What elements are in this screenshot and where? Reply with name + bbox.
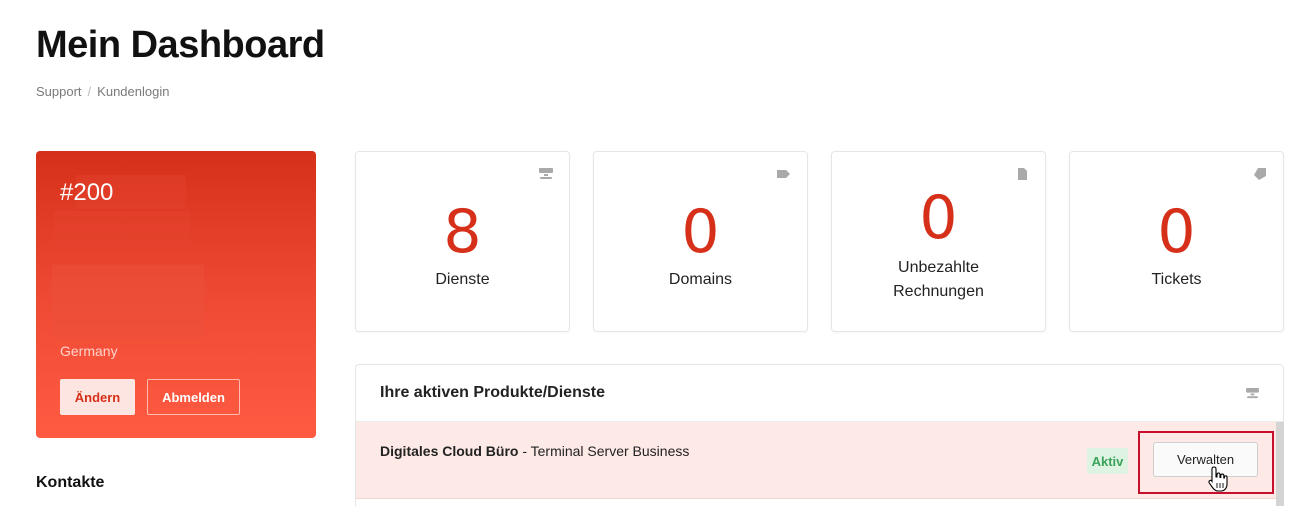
stat-label: Tickets [1151,271,1202,288]
status-badge: Aktiv [1087,448,1128,474]
scrollbar[interactable] [1276,422,1284,506]
ticket-icon [1254,168,1266,180]
contacts-heading: Kontakte [36,474,105,491]
page-title: Mein Dashboard [36,24,325,66]
stat-tile-tickets[interactable]: 0 Tickets [1069,151,1284,332]
stat-tile-unpaid-invoices[interactable]: 0 Unbezahlte Rechnungen [831,151,1046,332]
client-country: Germany [60,343,118,359]
client-profile-card: #200 Germany Ändern Abmelden [36,151,316,438]
stat-label: Unbezahlte Rechnungen [893,259,984,300]
manage-button[interactable]: Verwalten [1153,442,1258,477]
panel-title: Ihre aktiven Produkte/Dienste [380,384,605,401]
client-id: #200 [60,179,114,206]
tag-icon [777,170,790,178]
redacted-address [52,265,204,337]
logout-button[interactable]: Abmelden [147,379,240,415]
document-icon [1018,168,1027,180]
active-products-panel: Ihre aktiven Produkte/Dienste Digitales … [355,364,1284,506]
stat-label: Domains [668,271,733,288]
server-icon [1246,388,1259,399]
redacted-name [54,211,190,243]
stat-value: 0 [919,183,958,253]
stat-value: 8 [443,197,482,267]
product-name: Digitales Cloud Büro [380,443,519,459]
stat-tile-services[interactable]: 8 Dienste [355,151,570,332]
stat-value: 0 [1157,197,1196,267]
breadcrumb-current: Kundenlogin [97,84,170,99]
panel-header: Ihre aktiven Produkte/Dienste [356,365,1283,422]
breadcrumb: Support / Kundenlogin [36,84,169,99]
product-row[interactable]: Digitales Cloud Büro - Terminal Server B… [356,422,1276,499]
breadcrumb-separator: / [87,84,92,99]
product-plan: - Terminal Server Business [518,443,690,459]
stat-tile-domains[interactable]: 0 Domains [593,151,808,332]
stat-label: Dienste [435,271,490,288]
stat-value: 0 [681,197,720,267]
breadcrumb-support[interactable]: Support [36,84,82,99]
hand-cursor-icon [1208,466,1228,492]
server-icon [539,168,553,179]
edit-profile-button[interactable]: Ändern [60,379,135,415]
product-title: Digitales Cloud Büro - Terminal Server B… [380,443,689,459]
